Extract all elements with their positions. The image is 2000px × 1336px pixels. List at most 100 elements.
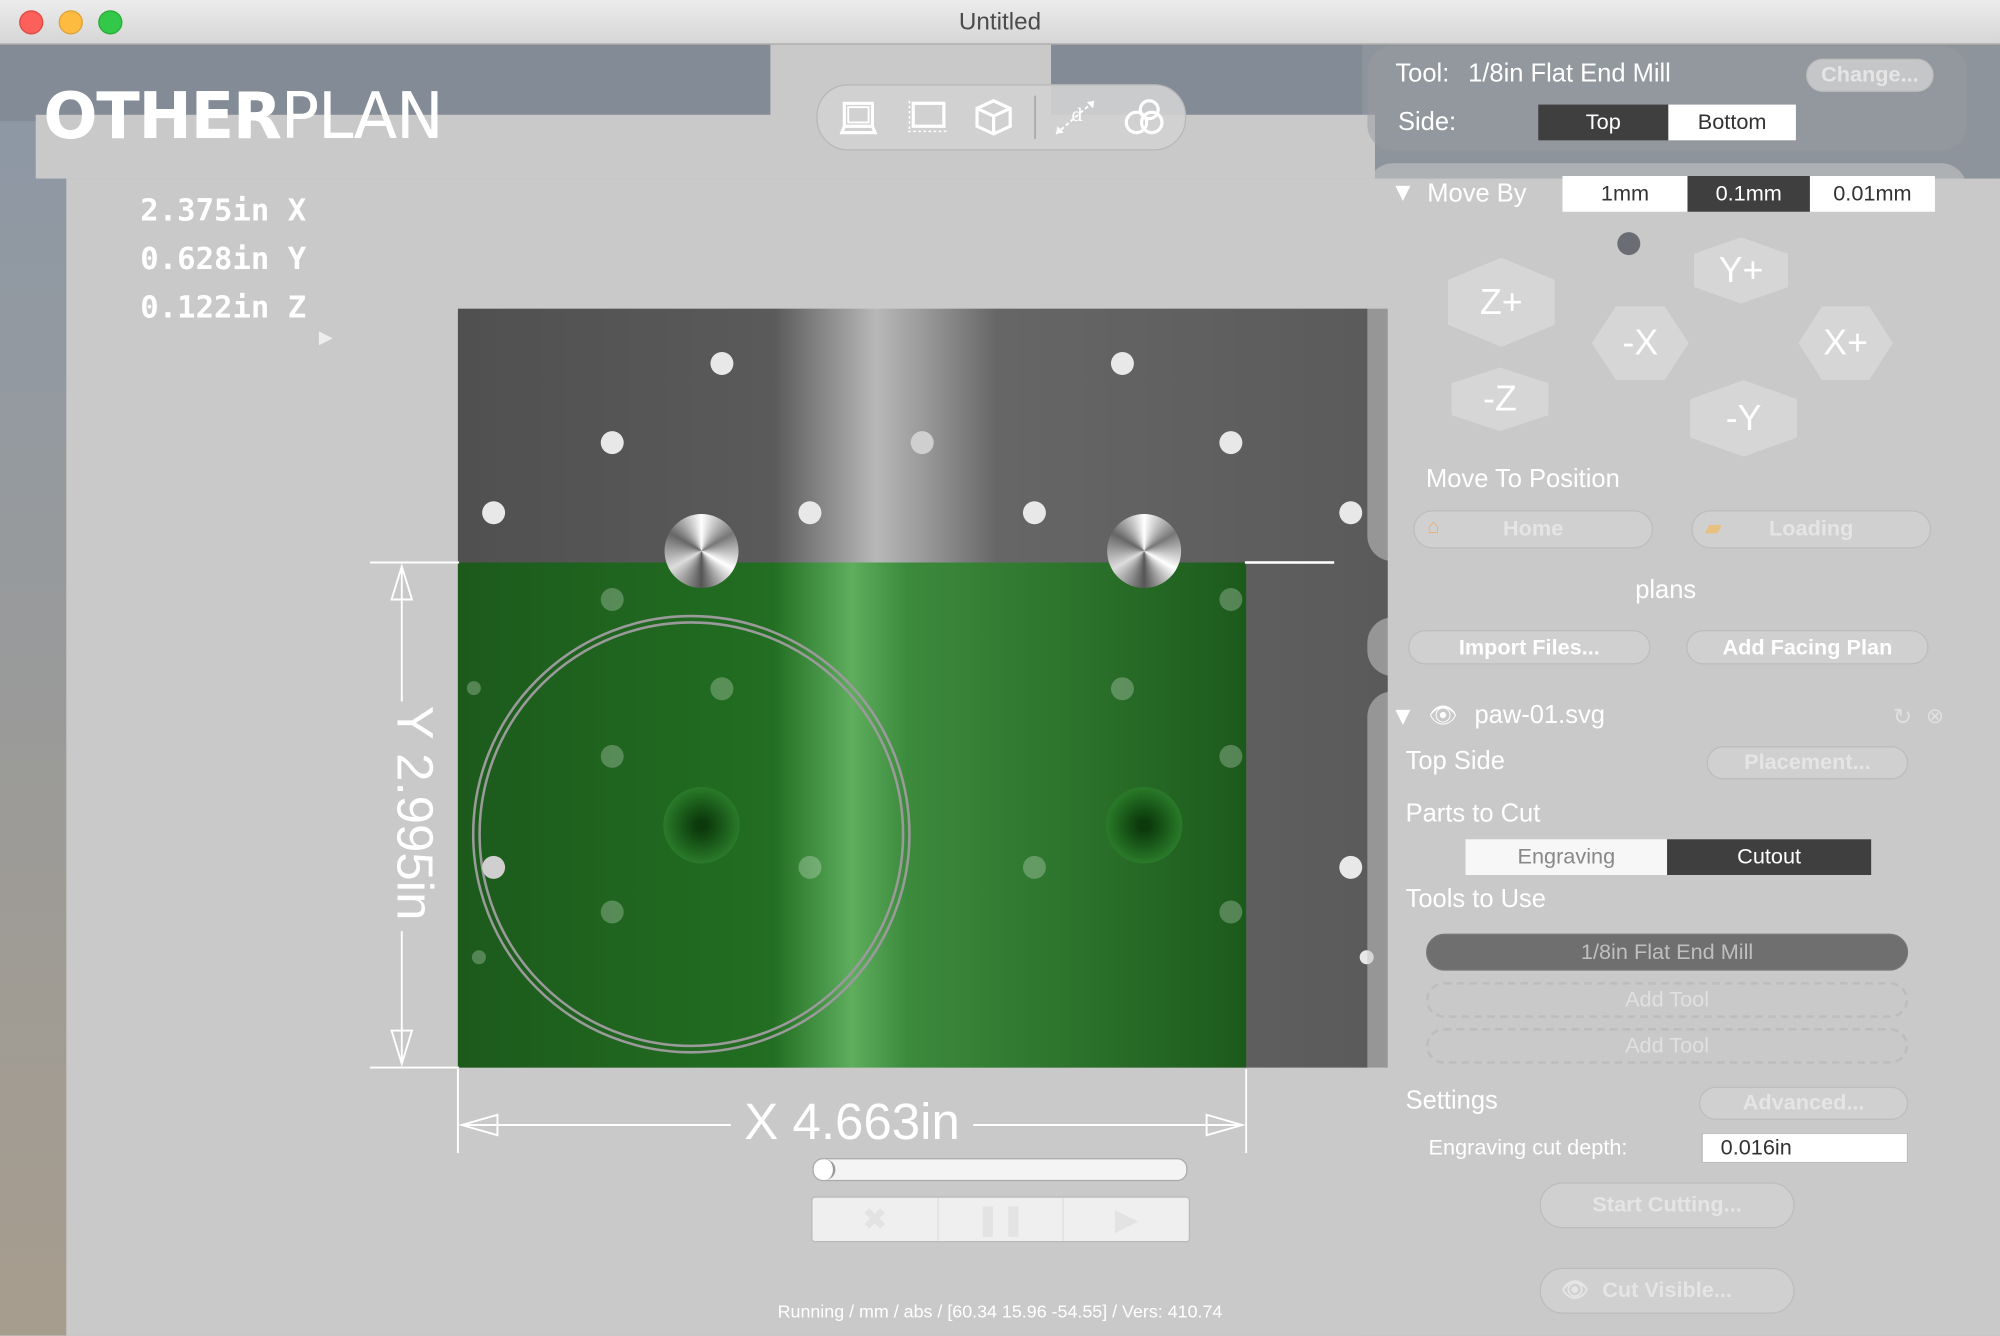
hidden-screw: [663, 786, 740, 864]
fixture-hole: [482, 501, 506, 525]
move-by-1mm[interactable]: 1mm: [1562, 176, 1688, 212]
fixture-hole: [910, 431, 934, 455]
cut-visible-button[interactable]: 👁 Cut Visible...: [1539, 1267, 1795, 1314]
job-progress-bar: [812, 1158, 1188, 1182]
dimension-y-label: Y 2.995in: [385, 705, 442, 921]
transport-controls: ✖ ❚❚ ▶: [811, 1196, 1191, 1243]
plans-heading: plans: [1635, 576, 1697, 605]
reload-icon[interactable]: ↻: [1893, 704, 1912, 731]
parts-option-cutout[interactable]: Cutout: [1667, 839, 1872, 875]
side-label: Side:: [1397, 108, 1457, 137]
plan-file-name: paw-01.svg: [1474, 701, 1605, 730]
fixture-hole: [1339, 855, 1363, 879]
top-side-label: Top Side: [1405, 747, 1505, 776]
clamp-screw: [664, 514, 739, 589]
move-to-position-label: Move To Position: [1426, 465, 1620, 494]
play-button[interactable]: ▶: [1064, 1198, 1189, 1241]
hidden-hole: [798, 855, 822, 879]
import-files-button[interactable]: Import Files...: [1408, 630, 1651, 665]
add-facing-plan-button[interactable]: Add Facing Plan: [1686, 630, 1929, 665]
app-window: Untitled OTHERPLAN d 2.375in X 0.628in Y…: [0, 0, 2000, 1336]
change-tool-button[interactable]: Change...: [1806, 58, 1934, 92]
logo-text-bold: OTHER: [43, 79, 282, 154]
assigned-tool-item[interactable]: 1/8in Flat End Mill: [1426, 933, 1909, 971]
home-button-label: Home: [1503, 516, 1564, 541]
window-title: Untitled: [958, 8, 1042, 36]
fixture-hole: [482, 855, 506, 879]
engraving-depth-input[interactable]: 0.016in: [1701, 1132, 1909, 1164]
hidden-hole: [471, 950, 486, 965]
cut-visible-label: Cut Visible...: [1602, 1278, 1732, 1303]
3d-view-icon[interactable]: [968, 93, 1019, 141]
coord-z: 0.122in Z: [140, 289, 307, 326]
fixture-hole: [1110, 352, 1134, 375]
hidden-screw: [1105, 786, 1183, 864]
move-by-0.01mm[interactable]: 0.01mm: [1809, 176, 1935, 212]
svg-text:d: d: [1071, 105, 1082, 126]
tools-to-use-label: Tools to Use: [1405, 885, 1546, 914]
parts-option-engraving[interactable]: Engraving: [1465, 839, 1668, 875]
tabs-icon[interactable]: [1119, 93, 1170, 141]
settings-label: Settings: [1405, 1086, 1498, 1115]
tool-label: Tool:: [1395, 59, 1450, 89]
move-by-label: Move By: [1427, 179, 1527, 208]
move-by-selector: 1mm 0.1mm 0.01mm: [1562, 176, 1935, 212]
hidden-hole: [1219, 900, 1243, 924]
fixture-hole: [1219, 431, 1243, 455]
placement-button[interactable]: Placement...: [1706, 746, 1909, 780]
add-tool-slot[interactable]: Add Tool: [1426, 982, 1909, 1018]
title-bar: Untitled: [0, 0, 2000, 45]
coord-y: 0.628in Y: [140, 241, 307, 277]
stop-button[interactable]: ✖: [812, 1197, 939, 1242]
hidden-hole: [1022, 855, 1046, 879]
fixture-hole: [600, 431, 624, 455]
home-button[interactable]: ⌂ Home: [1413, 510, 1654, 549]
hidden-hole: [466, 681, 481, 696]
parts-to-cut-label: Parts to Cut: [1405, 799, 1541, 828]
background-left: [0, 44, 67, 1336]
advanced-settings-button[interactable]: Advanced...: [1698, 1086, 1909, 1120]
parts-selector: Engraving Cutout: [1465, 839, 1872, 875]
side-selector: Top Bottom: [1538, 104, 1796, 141]
dimension-x: X 4.663in: [456, 1068, 1248, 1158]
job-progress-fill: [813, 1159, 835, 1180]
hidden-hole: [600, 588, 624, 611]
position-indicator: [1617, 232, 1641, 256]
fixture-hole: [710, 352, 734, 375]
measure-icon[interactable]: d: [1050, 93, 1101, 141]
side-option-bottom[interactable]: Bottom: [1668, 104, 1796, 141]
remove-plan-icon[interactable]: ⊗: [1926, 704, 1944, 730]
pause-button[interactable]: ❚❚: [938, 1197, 1065, 1242]
loading-button[interactable]: ▰ Loading: [1691, 510, 1932, 549]
collapse-triangle-icon[interactable]: ▼: [1390, 179, 1415, 208]
visibility-eye-icon[interactable]: 👁: [1429, 703, 1458, 730]
engraving-depth-label: Engraving cut depth:: [1428, 1135, 1628, 1160]
hidden-hole: [1219, 588, 1243, 611]
fixture-hole: [1022, 501, 1046, 525]
dimension-guide: [1244, 561, 1335, 564]
hidden-hole: [600, 900, 624, 924]
loading-button-label: Loading: [1769, 516, 1854, 541]
expand-arrow-icon[interactable]: ▶: [319, 327, 333, 349]
side-option-top[interactable]: Top: [1538, 104, 1669, 141]
app-logo: OTHERPLAN: [43, 79, 444, 154]
toolbar-separator: [1034, 95, 1036, 140]
front-view-icon[interactable]: [902, 93, 953, 141]
hidden-hole: [710, 677, 734, 701]
hidden-hole: [1219, 744, 1243, 768]
clamp-screw: [1107, 514, 1182, 589]
dimension-x-label: X 4.663in: [744, 1094, 960, 1151]
loading-icon: ▰: [1705, 517, 1722, 540]
logo-text-light: PLAN: [280, 79, 444, 154]
eye-icon: 👁: [1561, 1278, 1589, 1303]
hidden-hole: [600, 744, 624, 768]
fixture-hole: [1339, 501, 1363, 525]
move-by-0.1mm[interactable]: 0.1mm: [1687, 176, 1810, 212]
start-cutting-button[interactable]: Start Cutting...: [1539, 1182, 1795, 1229]
add-tool-slot[interactable]: Add Tool: [1426, 1028, 1909, 1064]
view-toolbar: d: [816, 84, 1187, 151]
fixture-hole: [798, 501, 822, 525]
coord-x: 2.375in X: [140, 192, 307, 229]
plan-collapse-triangle-icon[interactable]: ▼: [1390, 703, 1415, 732]
top-view-icon[interactable]: [833, 93, 884, 141]
